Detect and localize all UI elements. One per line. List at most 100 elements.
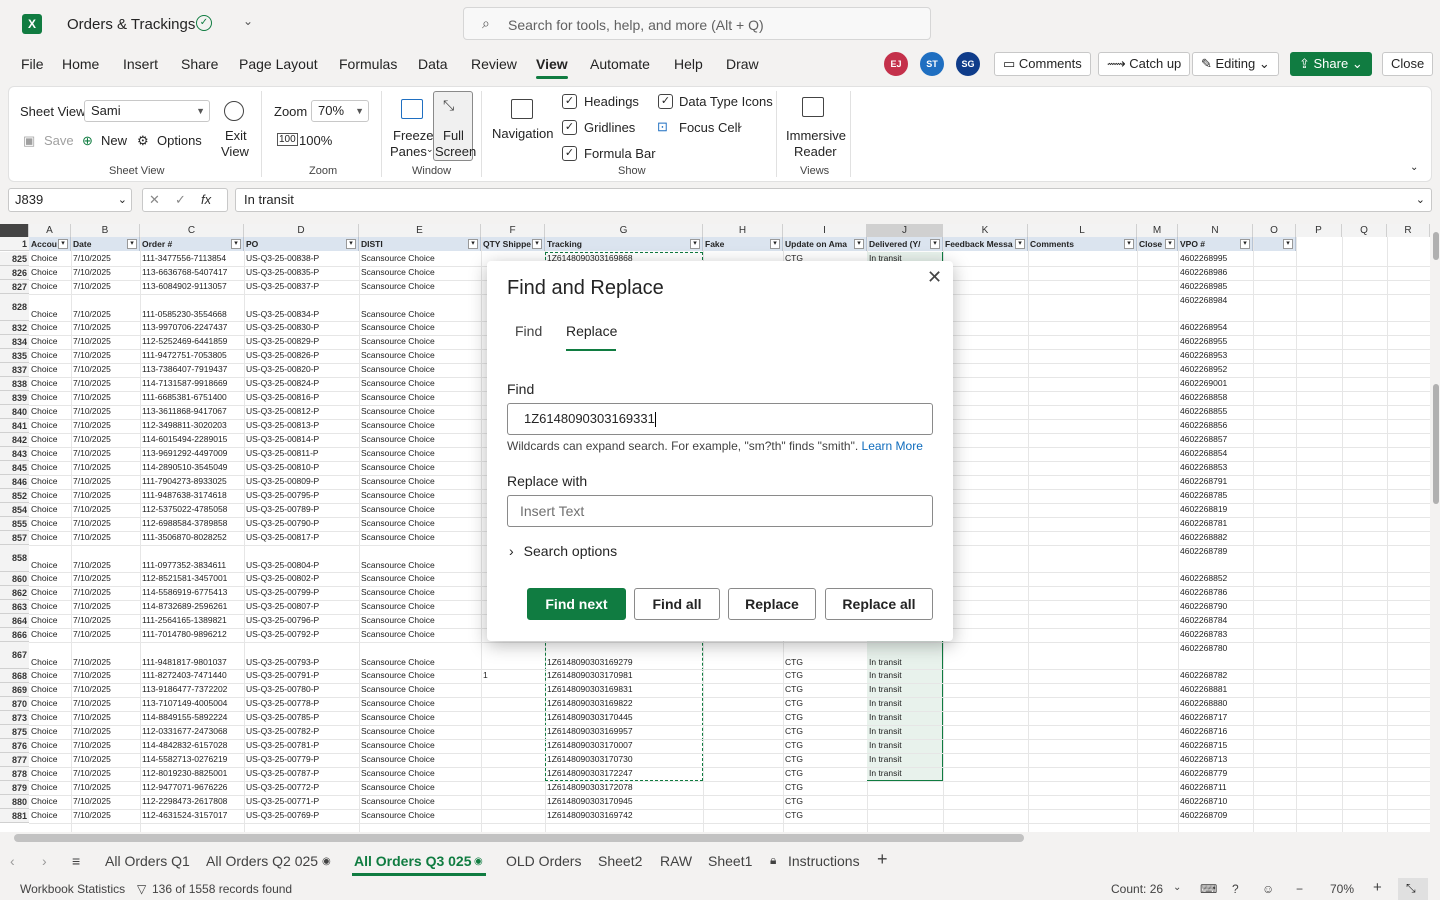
row-header[interactable]: 838 [0, 377, 29, 391]
filter-dropdown-icon[interactable]: ▾ [468, 239, 478, 249]
workbook-statistics[interactable]: Workbook Statistics [20, 882, 125, 896]
navigation-button[interactable]: Navigation [492, 126, 553, 141]
table-cell[interactable]: 7/10/2025 [71, 656, 140, 669]
new-button[interactable]: New [101, 133, 127, 148]
table-cell[interactable]: CTG [783, 809, 867, 822]
menu-automate[interactable]: Automate [590, 56, 650, 72]
share-button[interactable]: ⇪ Share ⌄ [1290, 52, 1372, 76]
vertical-scroll-thumb[interactable] [1433, 232, 1439, 260]
row-header[interactable]: 867 [0, 642, 29, 669]
table-cell[interactable]: 1Z6148090303169822 [545, 697, 703, 710]
table-cell[interactable]: 7/10/2025 [71, 252, 140, 265]
table-cell[interactable]: 7/10/2025 [71, 280, 140, 293]
table-cell[interactable]: 7/10/2025 [71, 489, 140, 502]
menu-insert[interactable]: Insert [123, 56, 158, 72]
table-cell[interactable]: Choice [29, 308, 71, 321]
row-header[interactable]: 854 [0, 503, 29, 517]
filter-dropdown-icon[interactable]: ▾ [1124, 239, 1134, 249]
sheet-tab[interactable]: RAW [660, 853, 692, 869]
table-cell[interactable]: Scansource Choice [359, 308, 481, 321]
sheet-tab[interactable]: All Orders Q2 025 [206, 853, 318, 869]
table-cell[interactable]: 7/10/2025 [71, 600, 140, 613]
table-cell[interactable]: 111-7904273-8933025 [140, 475, 244, 488]
find-next-button[interactable]: Find next [527, 588, 626, 620]
table-cell[interactable]: 112-2298473-2617808 [140, 795, 244, 808]
table-cell[interactable]: 1Z6148090303169831 [545, 683, 703, 696]
column-header[interactable]: J [867, 224, 943, 237]
table-cell[interactable]: US-Q3-25-00824-P [244, 377, 359, 390]
table-cell[interactable]: Scansource Choice [359, 489, 481, 502]
column-header[interactable]: M [1137, 224, 1178, 237]
replace-input[interactable]: Insert Text [507, 495, 933, 527]
row-header[interactable]: 839 [0, 391, 29, 405]
table-cell[interactable]: Scansource Choice [359, 280, 481, 293]
ribbon-collapse-icon[interactable]: ⌄ [1410, 162, 1418, 173]
table-cell[interactable]: CTG [783, 753, 867, 766]
column-header[interactable]: G [545, 224, 703, 237]
table-cell[interactable]: 7/10/2025 [71, 795, 140, 808]
table-cell[interactable]: In transit [867, 669, 943, 682]
table-cell[interactable]: Choice [29, 335, 71, 348]
table-cell[interactable]: US-Q3-25-00793-P [244, 656, 359, 669]
table-cell[interactable]: Scansource Choice [359, 335, 481, 348]
sheet-tab[interactable]: OLD Orders [506, 853, 581, 869]
table-cell[interactable]: 4602268790 [1178, 600, 1253, 613]
row-header[interactable]: 875 [0, 725, 29, 739]
table-cell[interactable]: 1Z6148090303170007 [545, 739, 703, 752]
table-cell[interactable]: US-Q3-25-00772-P [244, 781, 359, 794]
table-cell[interactable]: Choice [29, 321, 71, 334]
table-cell[interactable]: 7/10/2025 [71, 628, 140, 641]
table-cell[interactable]: 7/10/2025 [71, 447, 140, 460]
table-cell[interactable]: 7/10/2025 [71, 586, 140, 599]
table-cell[interactable]: Scansource Choice [359, 683, 481, 696]
table-cell[interactable]: Scansource Choice [359, 517, 481, 530]
table-cell[interactable]: 112-3498811-3020203 [140, 419, 244, 432]
table-cell[interactable]: US-Q3-25-00830-P [244, 321, 359, 334]
title-chevron-down-icon[interactable]: ⌄ [243, 14, 253, 28]
table-cell[interactable]: 112-9477071-9676226 [140, 781, 244, 794]
table-cell[interactable]: Choice [29, 711, 71, 724]
table-cell[interactable]: Scansource Choice [359, 586, 481, 599]
row-header[interactable]: 1 [0, 237, 29, 251]
row-header[interactable]: 876 [0, 739, 29, 753]
file-title[interactable]: Orders & Trackings [67, 16, 195, 33]
tab-replace[interactable]: Replace [566, 323, 617, 339]
column-header[interactable]: F [481, 224, 545, 237]
table-cell[interactable]: Scansource Choice [359, 475, 481, 488]
column-header[interactable]: I [783, 224, 867, 237]
table-cell[interactable]: Scansource Choice [359, 614, 481, 627]
prev-sheet-icon[interactable]: ‹ [10, 853, 15, 869]
column-header[interactable]: K [943, 224, 1028, 237]
row-header[interactable]: 860 [0, 572, 29, 586]
filter-dropdown-icon[interactable]: ▾ [1015, 239, 1025, 249]
feedback-icon[interactable]: ☺ [1262, 882, 1274, 896]
table-cell[interactable]: US-Q3-25-00837-P [244, 280, 359, 293]
zoom-in-icon[interactable]: + [1373, 879, 1382, 896]
table-cell[interactable]: 4602268716 [1178, 725, 1253, 738]
table-cell[interactable]: US-Q3-25-00804-P [244, 559, 359, 572]
table-cell[interactable]: US-Q3-25-00769-P [244, 809, 359, 822]
table-cell[interactable]: US-Q3-25-00787-P [244, 767, 359, 780]
filter-dropdown-icon[interactable]: ▾ [930, 239, 940, 249]
table-cell[interactable]: Choice [29, 739, 71, 752]
menu-view[interactable]: View [536, 56, 568, 72]
search-box[interactable]: ⌕ Search for tools, help, and more (Alt … [463, 7, 931, 40]
table-cell[interactable]: 7/10/2025 [71, 669, 140, 682]
table-cell[interactable]: 4602268781 [1178, 517, 1253, 530]
table-cell[interactable]: US-Q3-25-00785-P [244, 711, 359, 724]
avatar[interactable]: EJ [884, 52, 908, 76]
table-cell[interactable]: 4602268855 [1178, 405, 1253, 418]
sheet-tab[interactable]: Sheet2 [598, 853, 642, 869]
table-cell[interactable]: 4602268984 [1178, 294, 1253, 307]
sheet-tab-active[interactable]: All Orders Q3 025 [354, 853, 472, 869]
row-header[interactable]: 855 [0, 517, 29, 531]
formula-input[interactable]: In transit ⌄ [235, 188, 1432, 212]
table-cell[interactable]: Choice [29, 809, 71, 822]
table-cell[interactable]: Scansource Choice [359, 447, 481, 460]
row-header[interactable]: 826 [0, 266, 29, 280]
table-cell[interactable]: 111-8272403-7471440 [140, 669, 244, 682]
column-header[interactable]: H [703, 224, 783, 237]
table-cell[interactable]: 114-4842832-6157028 [140, 739, 244, 752]
filter-dropdown-icon[interactable]: ▾ [1283, 239, 1293, 249]
table-cell[interactable]: 4602268779 [1178, 767, 1253, 780]
